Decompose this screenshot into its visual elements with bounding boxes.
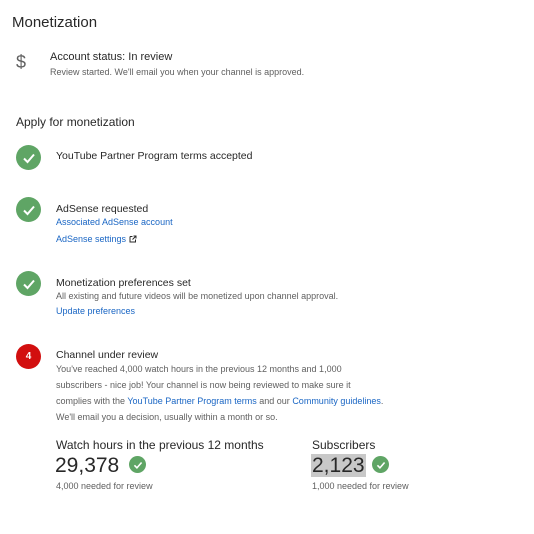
associated-adsense-account-link[interactable]: Associated AdSense account	[56, 217, 173, 227]
community-guidelines-link[interactable]: Community guidelines	[292, 396, 381, 406]
watch-hours-label: Watch hours in the previous 12 months	[56, 438, 264, 452]
check-icon	[16, 145, 41, 170]
step-channel-review-title: Channel under review	[56, 349, 159, 361]
svg-text:$: $	[16, 52, 26, 72]
review-line-3-post: .	[380, 396, 384, 406]
adsense-settings-link[interactable]: AdSense settings	[56, 234, 137, 244]
adsense-settings-label: AdSense settings	[56, 234, 127, 244]
subscribers-value: 2,123	[311, 454, 366, 478]
step-ypp-terms-title: YouTube Partner Program terms accepted	[56, 150, 253, 162]
external-link-icon	[129, 235, 137, 243]
subscribers-requirement: 1,000 needed for review	[312, 481, 409, 491]
check-icon	[16, 197, 41, 222]
step-number-badge: 4	[16, 344, 41, 369]
review-line-1: You've reached 4,000 watch hours in the …	[56, 364, 342, 374]
watch-hours-value: 29,378	[55, 454, 120, 477]
check-icon	[16, 271, 41, 296]
apply-section-title: Apply for monetization	[16, 115, 135, 129]
subscribers-count: 2,123	[311, 454, 366, 477]
account-status-title: Account status: In review	[50, 51, 173, 63]
review-line-3-mid: and our	[256, 396, 293, 406]
page-title: Monetization	[12, 14, 98, 31]
step-monetization-prefs-text: All existing and future videos will be m…	[56, 291, 339, 301]
watch-hours-requirement: 4,000 needed for review	[56, 481, 153, 491]
subscribers-check-icon	[372, 456, 389, 473]
review-line-3: complies with the YouTube Partner Progra…	[56, 393, 383, 409]
account-status-subtitle: Review started. We'll email you when you…	[50, 67, 305, 77]
review-line-4: We'll email you a decision, usually with…	[56, 412, 278, 422]
dollar-icon: $	[16, 52, 26, 72]
review-line-2: subscribers - nice job! Your channel is …	[56, 380, 351, 390]
update-preferences-link[interactable]: Update preferences	[56, 306, 135, 316]
ypp-terms-link[interactable]: YouTube Partner Program terms	[127, 396, 256, 406]
subscribers-label: Subscribers	[312, 438, 376, 452]
review-line-3-pre: complies with the	[56, 396, 128, 406]
step-adsense-title: AdSense requested	[56, 203, 149, 215]
channel-review-description: You've reached 4,000 watch hours in the …	[56, 361, 383, 425]
watch-hours-check-icon	[129, 456, 146, 473]
